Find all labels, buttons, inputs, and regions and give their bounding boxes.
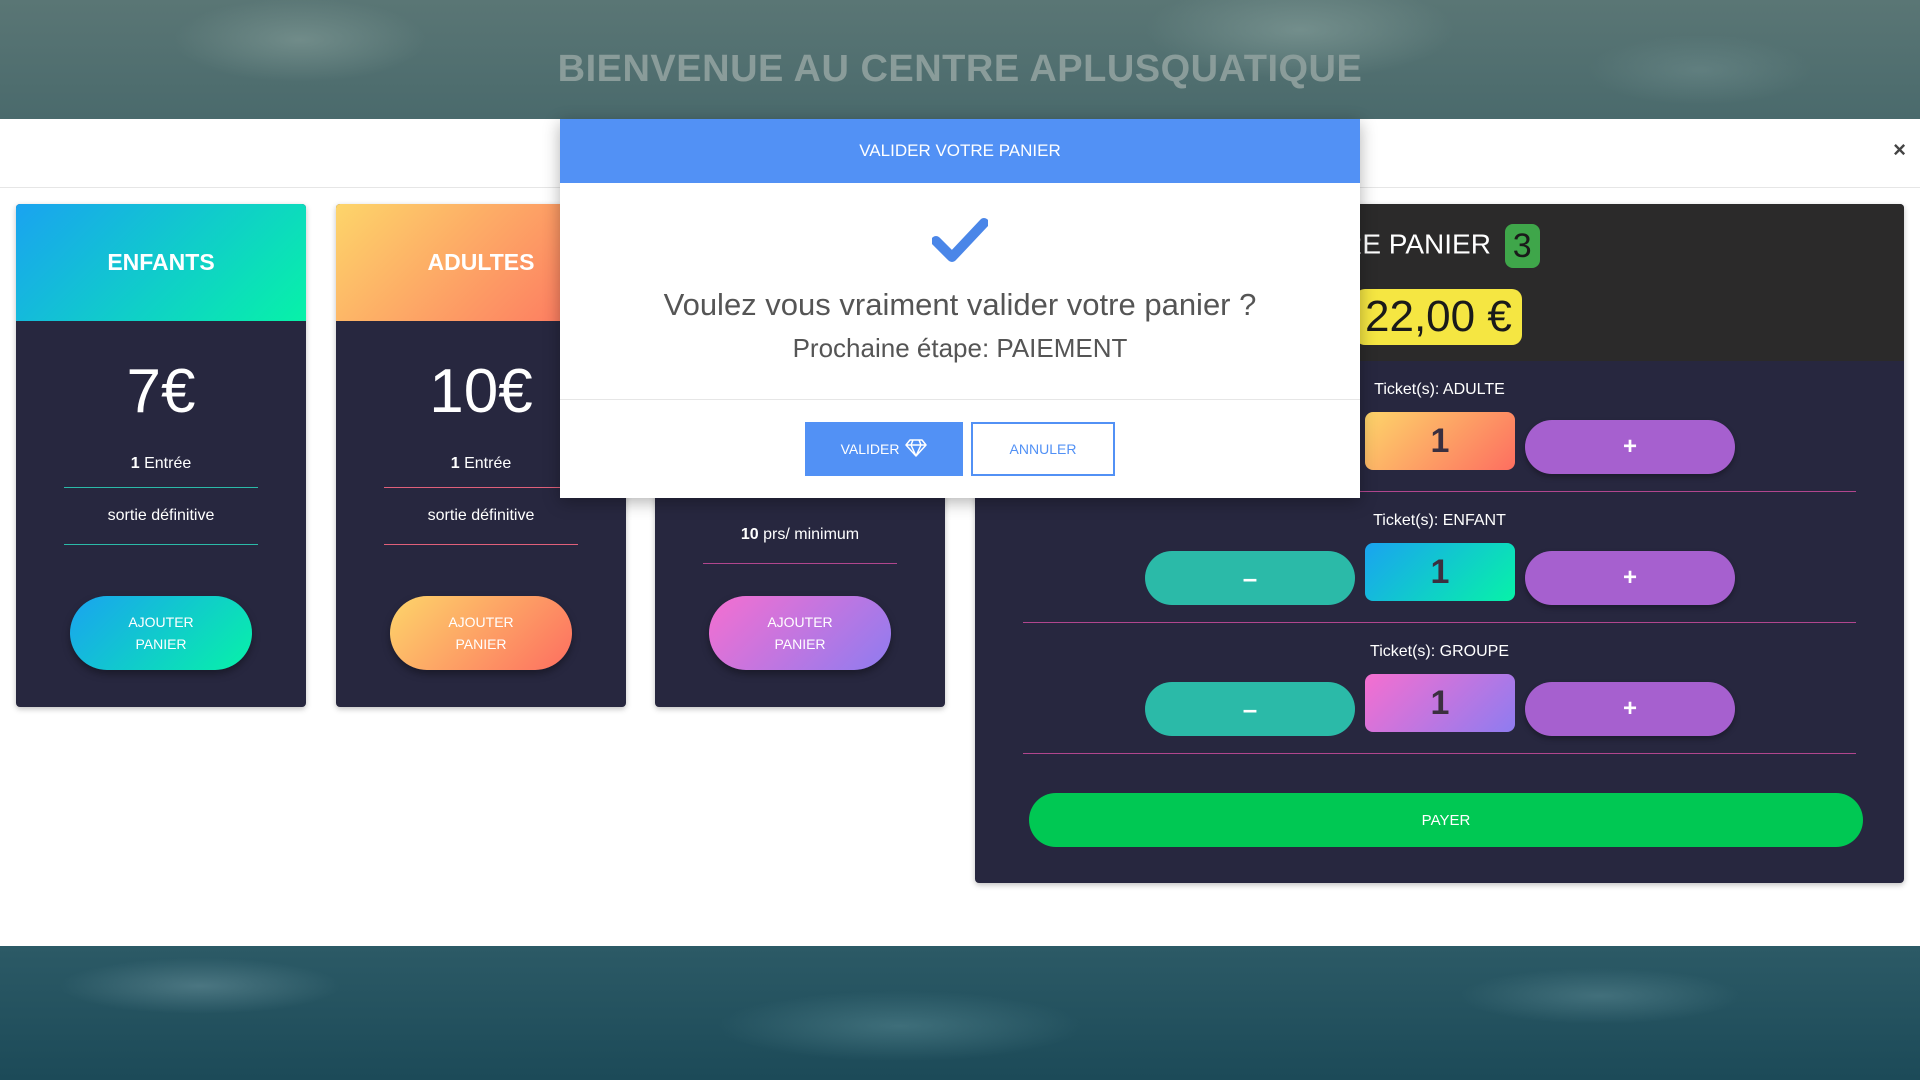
card-header: ENFANTS (16, 204, 306, 321)
add-to-cart-button[interactable]: AJOUTER PANIER (709, 596, 891, 670)
increment-button[interactable]: + (1525, 551, 1735, 605)
dialog-title: VALIDER VOTRE PANIER (560, 119, 1360, 183)
divider (64, 544, 258, 545)
card-exit-line: sortie définitive (427, 507, 535, 524)
cancel-button[interactable]: ANNULER (971, 422, 1115, 476)
dialog-next-step: Prochaine étape: PAIEMENT (792, 333, 1128, 363)
dialog-question: Voulez vous vraiment valider votre panie… (663, 287, 1257, 322)
card-price: 7€ (126, 357, 196, 426)
background-bottom (0, 946, 1920, 1080)
ticket-row-enfant: Ticket(s): ENFANT – 1 + (1023, 492, 1856, 623)
close-icon[interactable]: × (1893, 137, 1906, 163)
divider (384, 544, 578, 545)
card-group-line: 10 prs/ minimum (740, 526, 860, 543)
site-title: BIENVENUE AU CENTRE APLUSQUATIQUE (557, 48, 1363, 90)
pay-button[interactable]: PAYER (1029, 793, 1863, 847)
pricing-card-enfants: ENFANTS 7€ 1 Entrée sortie définitive AJ… (16, 204, 306, 707)
add-to-cart-button[interactable]: AJOUTER PANIER (390, 596, 572, 670)
diamond-icon (905, 438, 928, 460)
divider (384, 487, 578, 488)
ticket-label: Ticket(s): GROUPE (1370, 643, 1509, 660)
divider (64, 487, 258, 488)
card-title: ENFANTS (107, 249, 215, 275)
ticket-label: Ticket(s): ENFANT (1373, 512, 1506, 529)
increment-button[interactable]: + (1525, 682, 1735, 736)
divider (703, 563, 897, 564)
quantity-value: 1 (1365, 674, 1515, 732)
add-to-cart-button[interactable]: AJOUTER PANIER (70, 596, 252, 670)
cart-count-badge: 3 (1504, 224, 1540, 268)
ticket-row-groupe: Ticket(s): GROUPE – 1 + (1023, 623, 1856, 754)
cart-total: 22,00 € (1355, 289, 1522, 345)
increment-button[interactable]: + (1525, 420, 1735, 474)
confirm-button[interactable]: VALIDER (805, 422, 963, 476)
card-title: ADULTES (427, 249, 535, 275)
card-exit-line: sortie définitive (107, 507, 215, 524)
confirm-dialog: VALIDER VOTRE PANIER Voulez vous vraimen… (560, 119, 1360, 498)
divider (560, 399, 1360, 400)
quantity-value: 1 (1365, 412, 1515, 470)
decrement-button[interactable]: – (1145, 682, 1355, 736)
check-icon (931, 217, 989, 268)
decrement-button[interactable]: – (1145, 551, 1355, 605)
quantity-value: 1 (1365, 543, 1515, 601)
card-entry-line: 1 Entrée (130, 455, 192, 472)
